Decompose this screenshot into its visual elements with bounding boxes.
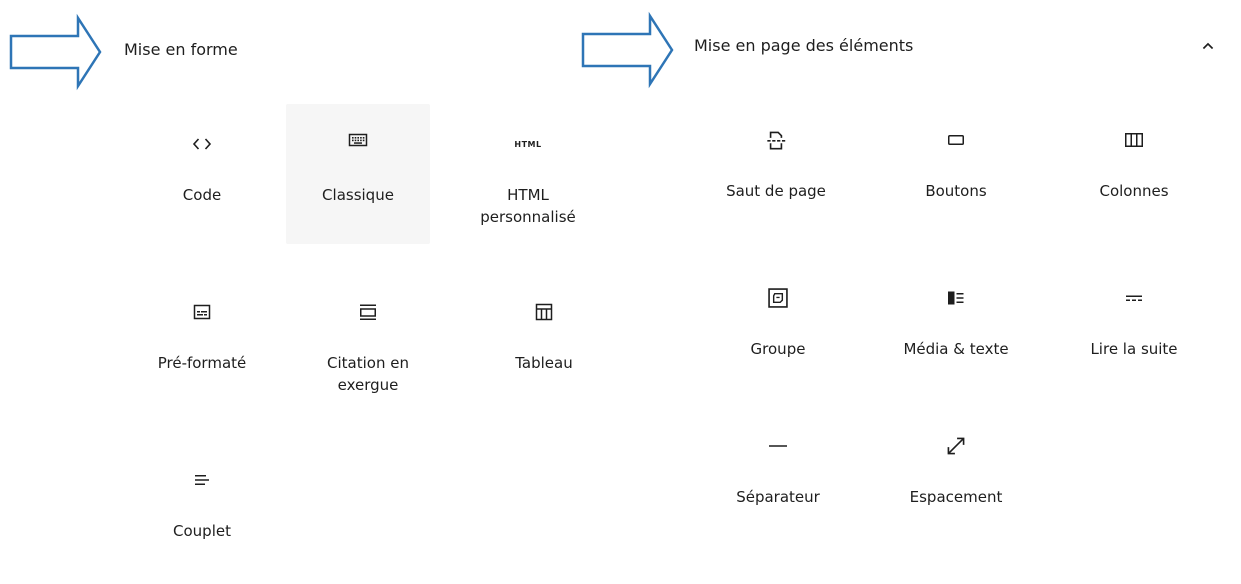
block-label: Séparateur	[736, 488, 820, 506]
formatting-panel-title[interactable]: Mise en forme	[124, 40, 238, 59]
block-custom-html[interactable]: HTML HTML personnalisé	[456, 108, 600, 248]
pullquote-icon	[296, 298, 440, 326]
html-icon-text: HTML	[514, 139, 542, 149]
annotation-arrow-left-icon	[9, 13, 102, 91]
block-columns[interactable]: Colonnes	[1062, 104, 1206, 244]
collapse-button[interactable]	[1196, 34, 1220, 58]
block-label: HTML personnalisé	[480, 186, 576, 226]
block-label: Espacement	[909, 488, 1003, 506]
page-break-icon	[704, 126, 848, 154]
layout-panel-title[interactable]: Mise en page des éléments	[694, 36, 913, 55]
columns-icon	[1062, 126, 1206, 154]
block-page-break[interactable]: Saut de page	[704, 104, 848, 244]
block-group[interactable]: Groupe	[706, 262, 850, 402]
keyboard-icon	[286, 126, 430, 154]
block-label: Lire la suite	[1090, 340, 1178, 358]
annotation-arrow-right-icon	[581, 11, 674, 89]
html-icon: HTML	[456, 130, 600, 158]
block-label: Citation en exergue	[327, 354, 409, 394]
block-buttons[interactable]: Boutons	[884, 104, 1028, 244]
block-pullquote[interactable]: Citation en exergue	[296, 276, 440, 416]
media-text-icon	[884, 284, 1028, 312]
block-label: Couplet	[173, 522, 231, 540]
chevron-up-icon	[1202, 42, 1214, 50]
block-spacer[interactable]: Espacement	[884, 410, 1028, 550]
block-table[interactable]: Tableau	[472, 276, 616, 416]
buttons-icon	[884, 126, 1028, 154]
block-label: Classique	[322, 186, 394, 204]
block-classic[interactable]: Classique	[286, 104, 430, 244]
block-media-text[interactable]: Média & texte	[884, 262, 1028, 402]
table-icon	[472, 298, 616, 326]
block-verse[interactable]: Couplet	[130, 444, 274, 584]
separator-icon	[706, 432, 850, 460]
preformatted-icon	[130, 298, 274, 326]
block-label: Saut de page	[726, 182, 826, 200]
block-label: Boutons	[925, 182, 987, 200]
block-label: Colonnes	[1099, 182, 1169, 200]
group-icon	[706, 284, 850, 312]
verse-icon	[130, 466, 274, 494]
block-preformatted[interactable]: Pré-formaté	[130, 276, 274, 416]
block-label: Pré-formaté	[157, 354, 247, 372]
more-icon	[1062, 284, 1206, 312]
block-code[interactable]: Code	[130, 108, 274, 248]
block-separator[interactable]: Séparateur	[706, 410, 850, 550]
block-label: Code	[182, 186, 222, 204]
spacer-icon	[884, 432, 1028, 460]
block-label: Tableau	[515, 354, 573, 372]
block-label: Média & texte	[903, 340, 1009, 358]
block-more[interactable]: Lire la suite	[1062, 262, 1206, 402]
code-icon	[130, 130, 274, 158]
block-label: Groupe	[750, 340, 806, 358]
